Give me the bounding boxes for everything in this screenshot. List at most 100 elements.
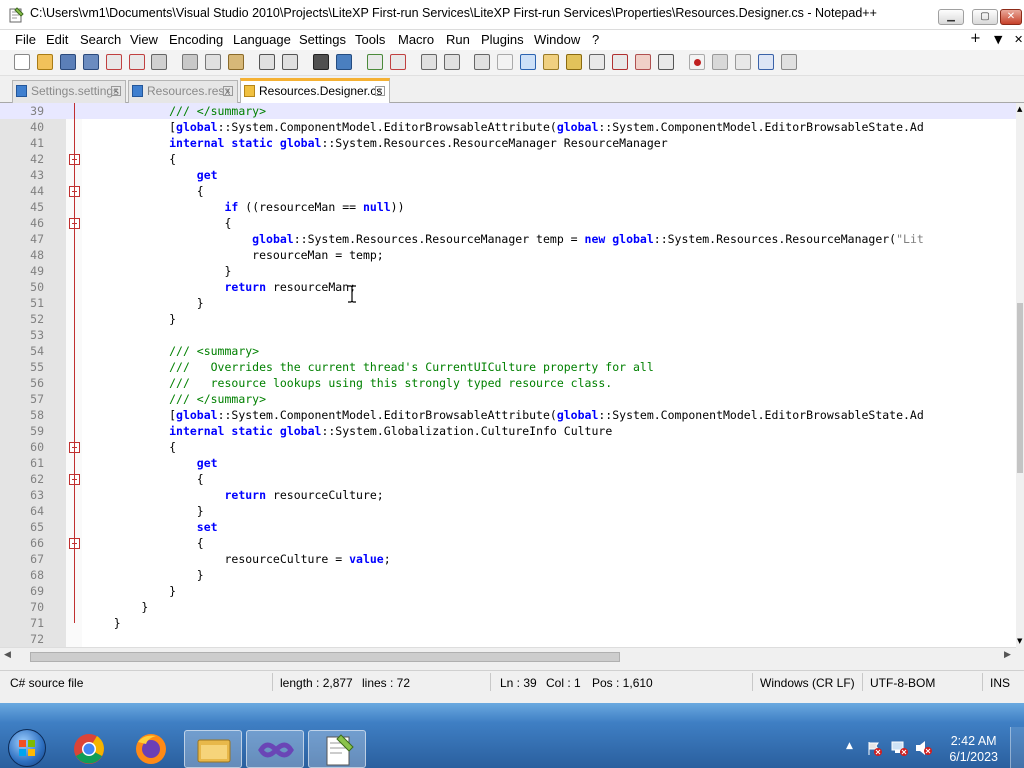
menu-encoding[interactable]: Encoding	[169, 32, 223, 47]
code-line[interactable]: 54 /// <summary>	[0, 343, 1016, 359]
close-button[interactable]: ✕	[1000, 9, 1022, 25]
code-line[interactable]: 46 {	[0, 215, 1016, 231]
taskbar-visual-studio[interactable]	[246, 730, 304, 768]
taskbar-file-explorer[interactable]	[184, 730, 242, 768]
menu-tools[interactable]: Tools	[355, 32, 385, 47]
code-line[interactable]: 53	[0, 327, 1016, 343]
code-line[interactable]: 44 {	[0, 183, 1016, 199]
menu-view[interactable]: View	[130, 32, 158, 47]
vertical-scrollbar[interactable]: ▲ ▼	[1016, 103, 1024, 647]
code-line[interactable]: 56 /// resource lookups using this stron…	[0, 375, 1016, 391]
code-editor[interactable]: 39 /// </summary> 40 [global::System.Comp…	[0, 103, 1016, 647]
code-line[interactable]: 51 }	[0, 295, 1016, 311]
sync-vertical-icon[interactable]	[421, 54, 437, 70]
code-line[interactable]: 43 get	[0, 167, 1016, 183]
new-tab-plus-icon[interactable]: +	[970, 31, 981, 46]
menu-search[interactable]: Search	[80, 32, 121, 47]
tab-close-icon[interactable]: x	[223, 86, 233, 96]
menu-window[interactable]: Window	[534, 32, 580, 47]
taskbar-chrome[interactable]	[60, 730, 118, 768]
close-file-icon[interactable]	[106, 54, 122, 70]
menu-language[interactable]: Language	[233, 32, 291, 47]
function-list-icon[interactable]	[612, 54, 628, 70]
code-line[interactable]: 68 }	[0, 567, 1016, 583]
show-desktop-button[interactable]	[1010, 727, 1024, 768]
vertical-scroll-thumb[interactable]	[1017, 303, 1023, 473]
start-button[interactable]	[8, 729, 46, 767]
code-line[interactable]: 70 }	[0, 599, 1016, 615]
code-line[interactable]: 57 /// </summary>	[0, 391, 1016, 407]
title-bar[interactable]: C:\Users\vm1\Documents\Visual Studio 201…	[0, 0, 1024, 30]
code-line[interactable]: 66 {	[0, 535, 1016, 551]
code-line[interactable]: 64 }	[0, 503, 1016, 519]
play-macro-icon[interactable]	[735, 54, 751, 70]
menu-help[interactable]: ?	[592, 32, 599, 47]
show-hidden-icons[interactable]: ▲	[846, 741, 853, 751]
copy-icon[interactable]	[205, 54, 221, 70]
scroll-down-icon[interactable]: ▼	[1017, 637, 1022, 645]
tab-settings-settings[interactable]: Settings.settings x	[12, 80, 126, 103]
scroll-up-icon[interactable]: ▲	[1017, 105, 1022, 113]
code-line[interactable]: 47 global::System.Resources.ResourceMana…	[0, 231, 1016, 247]
tab-list-dropdown-icon[interactable]: ▼	[994, 33, 1002, 46]
network-icon[interactable]	[890, 740, 908, 756]
cut-icon[interactable]	[182, 54, 198, 70]
horizontal-scrollbar[interactable]: ◀ ▶	[0, 647, 1016, 665]
menu-run[interactable]: Run	[446, 32, 470, 47]
save-macro-icon[interactable]	[781, 54, 797, 70]
print-icon[interactable]	[151, 54, 167, 70]
taskbar-firefox[interactable]	[122, 730, 180, 768]
horizontal-scroll-thumb[interactable]	[30, 652, 620, 662]
code-line[interactable]: 72	[0, 631, 1016, 647]
close-all-icon[interactable]	[129, 54, 145, 70]
menu-plugins[interactable]: Plugins	[481, 32, 524, 47]
code-line[interactable]: 40 [global::System.ComponentModel.Editor…	[0, 119, 1016, 135]
menu-settings[interactable]: Settings	[299, 32, 346, 47]
show-all-chars-icon[interactable]	[497, 54, 513, 70]
save-icon[interactable]	[60, 54, 76, 70]
save-all-icon[interactable]	[83, 54, 99, 70]
code-line[interactable]: 49 }	[0, 263, 1016, 279]
tab-close-icon[interactable]: x	[375, 86, 385, 96]
sync-horizontal-icon[interactable]	[444, 54, 460, 70]
code-line[interactable]: 63 return resourceCulture;	[0, 487, 1016, 503]
new-file-icon[interactable]	[14, 54, 30, 70]
action-center-flag-icon[interactable]	[866, 740, 882, 756]
folder-as-workspace-icon[interactable]	[635, 54, 651, 70]
status-mode[interactable]: INS	[990, 676, 1010, 690]
open-file-icon[interactable]	[37, 54, 53, 70]
udl-icon[interactable]	[543, 54, 559, 70]
status-eol[interactable]: Windows (CR LF)	[760, 676, 855, 690]
code-line[interactable]: 60 {	[0, 439, 1016, 455]
tab-resources-resx[interactable]: Resources.resx x	[128, 80, 238, 103]
code-line[interactable]: 55 /// Overrides the current thread's Cu…	[0, 359, 1016, 375]
code-line[interactable]: 42 {	[0, 151, 1016, 167]
taskbar-notepad-plus-plus[interactable]	[308, 730, 366, 768]
scroll-left-icon[interactable]: ◀	[4, 650, 11, 660]
indent-guide-icon[interactable]	[520, 54, 536, 70]
code-line[interactable]: 67 resourceCulture = value;	[0, 551, 1016, 567]
doc-list-icon[interactable]	[589, 54, 605, 70]
code-line[interactable]: 39 /// </summary>	[0, 103, 1016, 119]
menu-macro[interactable]: Macro	[398, 32, 434, 47]
code-line[interactable]: 62 {	[0, 471, 1016, 487]
code-line[interactable]: 61 get	[0, 455, 1016, 471]
menu-file[interactable]: File	[15, 32, 36, 47]
code-line[interactable]: 50 return resourceMan;	[0, 279, 1016, 295]
code-line[interactable]: 65 set	[0, 519, 1016, 535]
code-line[interactable]: 45 if ((resourceMan == null))	[0, 199, 1016, 215]
code-line[interactable]: 59 internal static global::System.Global…	[0, 423, 1016, 439]
replace-icon[interactable]	[336, 54, 352, 70]
status-encoding[interactable]: UTF-8-BOM	[870, 676, 935, 690]
stop-macro-icon[interactable]	[712, 54, 728, 70]
volume-muted-icon[interactable]	[914, 740, 932, 756]
run-macro-multiple-icon[interactable]	[758, 54, 774, 70]
word-wrap-icon[interactable]	[474, 54, 490, 70]
code-line[interactable]: 58 [global::System.ComponentModel.Editor…	[0, 407, 1016, 423]
code-line[interactable]: 41 internal static global::System.Resour…	[0, 135, 1016, 151]
maximize-button[interactable]: ▢	[972, 9, 998, 25]
paste-icon[interactable]	[228, 54, 244, 70]
doc-map-icon[interactable]	[566, 54, 582, 70]
minimize-button[interactable]: ▁	[938, 9, 964, 25]
code-line[interactable]: 69 }	[0, 583, 1016, 599]
